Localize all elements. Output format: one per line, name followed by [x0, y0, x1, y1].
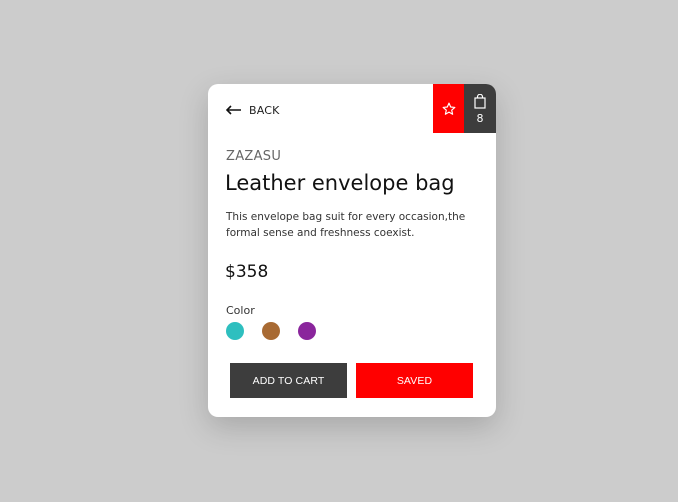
arrow-left-icon [226, 105, 241, 115]
favorite-button[interactable] [433, 84, 464, 133]
saved-button[interactable]: SAVED [356, 363, 473, 398]
color-label: Color [226, 304, 255, 317]
product-brand: ZAZASU [226, 149, 282, 164]
color-swatch-brown[interactable] [262, 322, 280, 340]
product-title: Leather envelope bag [225, 171, 455, 195]
shopping-bag-icon [474, 93, 486, 109]
product-description: This envelope bag suit for every occasio… [226, 211, 466, 239]
cart-count-badge: 8 [476, 111, 484, 125]
color-swatch-purple[interactable] [298, 322, 316, 340]
back-button[interactable]: BACK [226, 102, 280, 118]
product-card: BACK 8 ZAZASU Leather envelope bag This … [208, 84, 496, 417]
cart-button[interactable]: 8 [464, 84, 496, 133]
product-price: $358 [225, 262, 269, 282]
color-swatches [226, 322, 316, 340]
color-swatch-teal[interactable] [226, 322, 244, 340]
add-to-cart-button[interactable]: ADD TO CART [230, 363, 347, 398]
star-outline-icon [442, 102, 455, 115]
back-label: BACK [249, 103, 280, 117]
